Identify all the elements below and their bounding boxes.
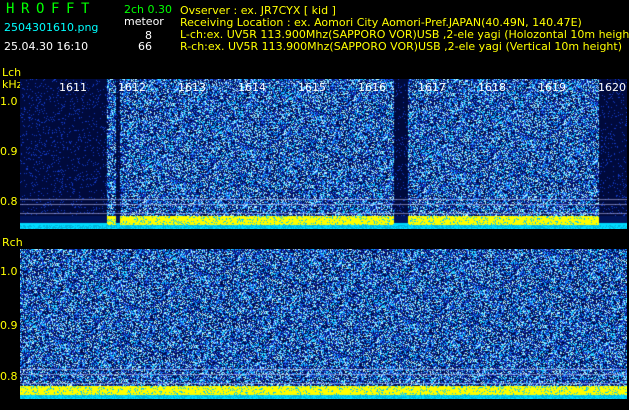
meteor-count-rch: 66 xyxy=(138,40,152,53)
rch-spectrogram xyxy=(20,249,627,399)
title-letter: F xyxy=(66,1,79,17)
lch-label: Lch xyxy=(2,66,22,79)
app-title: HROFFT xyxy=(6,2,96,16)
lch-ytick-1-0: 1.0 xyxy=(0,95,18,108)
channel-version-label: 2ch 0.30 xyxy=(124,4,172,15)
lch-spectrogram xyxy=(20,79,627,229)
time-tick: 1612 xyxy=(118,81,146,94)
time-tick: 1614 xyxy=(238,81,266,94)
lch-ytick-0-8: 0.8 xyxy=(0,195,18,208)
time-tick: 1616 xyxy=(358,81,386,94)
time-tick: 1615 xyxy=(298,81,326,94)
rch-label: Rch xyxy=(2,236,23,249)
title-letter: O xyxy=(36,1,49,17)
time-tick: 1618 xyxy=(478,81,506,94)
title-letter: T xyxy=(81,1,94,17)
time-tick: 1617 xyxy=(418,81,446,94)
time-tick: 1611 xyxy=(59,81,87,94)
title-letter: R xyxy=(21,1,34,17)
rch-ytick-1-0: 1.0 xyxy=(0,265,18,278)
lch-ytick-0-9: 0.9 xyxy=(0,145,18,158)
datetime: 25.04.30 16:10 xyxy=(4,40,89,53)
rch-ytick-0-9: 0.9 xyxy=(0,319,18,332)
lch-info-line: L-ch:ex. UV5R 113.900Mhz(SAPPORO VOR)USB… xyxy=(180,28,629,41)
location-line: Receiving Location : ex. Aomori City Aom… xyxy=(180,16,582,29)
meteor-label: meteor xyxy=(124,15,164,28)
title-letter: H xyxy=(6,1,19,17)
rch-info-line: R-ch:ex. UV5R 113.900Mhz(SAPPORO VOR)USB… xyxy=(180,40,622,53)
time-tick: 1620 xyxy=(598,81,626,94)
file-name: 2504301610.png xyxy=(4,21,99,34)
time-tick: 1613 xyxy=(178,81,206,94)
title-letter: F xyxy=(51,1,64,17)
observer-line: Ovserver : ex. JR7CYX [ kid ] xyxy=(180,4,336,17)
time-tick: 1619 xyxy=(538,81,566,94)
rch-ytick-0-8: 0.8 xyxy=(0,370,18,383)
